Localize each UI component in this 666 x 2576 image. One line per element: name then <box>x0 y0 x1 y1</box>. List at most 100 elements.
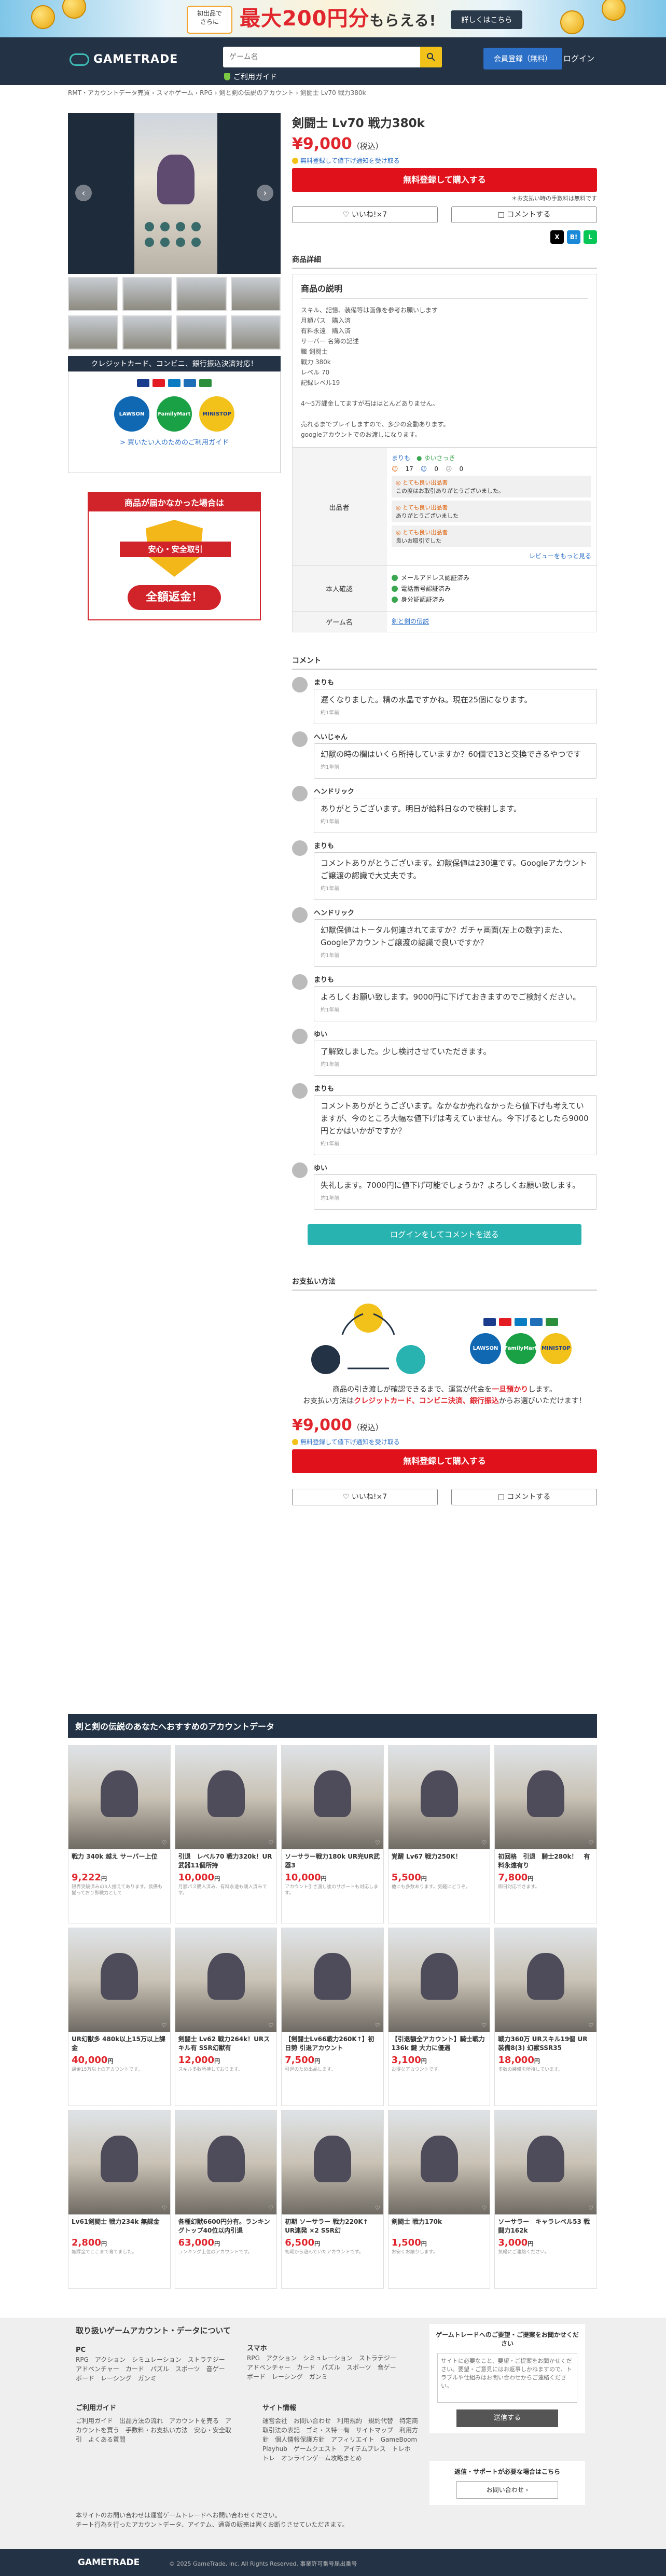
card-thumbnail: ♡ <box>175 1928 277 2032</box>
avatar[interactable] <box>292 840 308 856</box>
price-drop-notice[interactable]: 無料登録して値下げ通知を受け取る <box>292 156 597 165</box>
comment-author[interactable]: まりも <box>314 677 597 687</box>
main-screenshot <box>134 113 217 274</box>
card-price: 7,800円 <box>495 1871 596 1884</box>
search-button[interactable] <box>420 47 442 67</box>
lawson-icon: LAWSON <box>114 396 149 432</box>
like-button[interactable]: ♡ いいね!×7 <box>292 206 438 223</box>
comment-text: 幻獣の時の欄はいくら所持していますか？60個で13と交換できるやつです <box>321 750 581 759</box>
like-button[interactable]: ♡ いいね!×7 <box>292 1489 438 1505</box>
thumbnail[interactable] <box>122 315 172 350</box>
site-logo[interactable]: GAMETRADE <box>70 53 178 66</box>
recommendation-card[interactable]: ♡ UR幻獣多 480k以上15万以上課金 40,000円 課金15万以上のアカウント… <box>68 1928 171 2106</box>
comment-author[interactable]: ゆい <box>314 1029 597 1038</box>
card-price-value: 3,100 <box>391 2055 421 2066</box>
footer-site-links[interactable]: 運営会社 お問い合わせ 利用規約 規約代替 特定商取引法の表記 ゴミ・ス特ー有 … <box>262 2416 423 2463</box>
description-line: 4〜5万課金してますが石ははとんどありません。 <box>301 400 439 407</box>
recommendation-card[interactable]: ♡ Lv61剣闘士 戦力234k 無課金 2,800円 無課金でここまで育てました。 <box>68 2110 171 2289</box>
recommendation-card[interactable]: ♡ 各種幻獣6600円分有。ランキングトップ40位以内引退 63,000円 ランキング… <box>174 2110 278 2289</box>
recommendation-card[interactable]: ♡ ソーサラー戦力180k UR完UR武器3 10,000円 アカウント引き渡し後のサ… <box>281 1745 384 1923</box>
game-value[interactable]: 剣と剣の伝説 <box>386 611 596 632</box>
recommendation-card[interactable]: ♡ ソーサラー キャラレベル53 戦闘力162k 3,000円 気軽にご連絡ください。 <box>494 2110 597 2289</box>
comment-author[interactable]: まりも <box>314 974 597 984</box>
prev-image-button[interactable]: ‹ <box>75 185 92 201</box>
avatar[interactable] <box>292 677 308 693</box>
guide-link[interactable]: ご利用ガイド <box>224 72 277 82</box>
footer-sp-list[interactable]: RPG アクション シミュレーション ストラテジー アドベンチャー カード パズ… <box>247 2353 403 2381</box>
recommendation-card[interactable]: ♡ 覚醒 Lv67 戦力250K！ 5,500円 他にも多数あります。気軽にどうぞ。 <box>387 1745 491 1923</box>
seller-info-table: 出品者 まりも ● ゆいさっき ☺ 17 ☺ 0 ☹ 0 ◎ とても良い出品者 この度は… <box>292 448 597 632</box>
contact-button[interactable]: お問い合わせ › <box>456 2481 558 2499</box>
payment-info: クレジットカード、コンビニ、銀行振込決済対応！ LAWSON FamilyMar… <box>68 356 281 473</box>
buyer-guide-link[interactable]: > 買いたい人のためのご利用ガイド <box>68 437 280 447</box>
recommendation-card[interactable]: ♡ 剣闘士 Lv62 戦力264k！URスキル有 SSR幻獣有 12,000円 スキル… <box>174 1928 278 2106</box>
card-price: 1,500円 <box>388 2236 490 2249</box>
card-title: 各種幻獣6600円分有。ランキングトップ40位以内引退 <box>178 2218 270 2234</box>
description-line <box>301 388 588 398</box>
card-price: 18,000円 <box>495 2054 596 2067</box>
comment-author[interactable]: ヘンドリック <box>314 907 597 917</box>
more-reviews-link[interactable]: レビューをもっと見る <box>392 551 591 560</box>
avatar[interactable] <box>292 731 308 747</box>
buy-button-bottom[interactable]: 無料登録して購入する <box>292 1449 597 1473</box>
line-share-icon[interactable]: L <box>584 230 597 244</box>
recommendation-card[interactable]: ♡ 初期 ソーサラー 戦力220K↑ UR連発 ×2 SSR幻 6,500円 初期から… <box>281 2110 384 2289</box>
thumbnail[interactable] <box>68 315 118 350</box>
avatar[interactable] <box>292 974 308 990</box>
avatar[interactable] <box>292 907 308 923</box>
comment-button[interactable]: □ コメントする <box>451 1489 597 1505</box>
card-thumbnail: ♡ <box>68 2111 170 2214</box>
promo-banner[interactable]: 初出品で さらに 最大200円分もらえる! 詳しくはこちら <box>0 0 666 37</box>
next-image-button[interactable]: › <box>257 185 273 201</box>
card-thumbnail: ♡ <box>175 1746 277 1849</box>
hatena-share-icon[interactable]: B! <box>567 230 580 244</box>
recommendation-card[interactable]: ♡ 【引退額全アカウント】騎士戦力136k 鍵 大力に優遇 3,100円 お得なアカウ… <box>387 1928 491 2106</box>
recommendation-card[interactable]: ♡ 剣闘士 戦力170k 1,500円 お安くお譲りします。 <box>387 2110 491 2289</box>
seller-name[interactable]: まりも <box>392 454 410 462</box>
banner-headline: 最大200円分もらえる! <box>240 4 436 35</box>
banner-details-button[interactable]: 詳しくはこちら <box>451 10 523 29</box>
comment-item: まりも よろしくお願い致します。9000円に下げておきますのでご検討ください。 約1… <box>292 974 597 1021</box>
x-share-icon[interactable]: X <box>550 230 564 244</box>
image-gallery[interactable]: ‹ › <box>68 113 281 274</box>
card-price-value: 5,500 <box>391 1872 421 1883</box>
price-drop-notice[interactable]: 無料登録して値下げ通知を受け取る <box>292 1437 597 1446</box>
comment-author[interactable]: ゆい <box>314 1162 597 1172</box>
footer-logo[interactable]: GAMETRADE <box>78 2557 140 2568</box>
avatar[interactable] <box>292 1083 308 1099</box>
card-description: アカウント引き渡し後のサポートも対応します。 <box>285 1885 379 1896</box>
thumbnail[interactable] <box>122 277 172 311</box>
card-thumbnail: ♡ <box>282 1928 383 2032</box>
comment-author[interactable]: へいじゃん <box>314 731 597 741</box>
login-to-comment-button[interactable]: ログインをしてコメントを送る <box>308 1224 581 1245</box>
avatar[interactable] <box>292 1029 308 1044</box>
search-input[interactable] <box>223 47 420 67</box>
comment-author[interactable]: まりも <box>314 840 597 850</box>
comment-author[interactable]: ヘンドリック <box>314 786 597 796</box>
card-description: 気軽にご連絡ください。 <box>498 2250 550 2255</box>
recommendation-card[interactable]: ♡ 初回格 引退 騎士280k！ 有料永遠有り 7,800円 即日対応できます。 <box>494 1745 597 1923</box>
comment-button[interactable]: □ コメントする <box>451 206 597 223</box>
footer-guide-links[interactable]: ご利用ガイド 出品方法の流れ アカウントを売る アカウントを買う 手数料・お支払… <box>76 2416 231 2444</box>
thumbnail[interactable] <box>230 277 281 311</box>
login-link[interactable]: ログイン <box>563 53 594 64</box>
thumbnail[interactable] <box>176 277 227 311</box>
thumbnail[interactable] <box>176 315 227 350</box>
register-button[interactable]: 会員登録（無料） <box>483 48 562 70</box>
recommendation-card[interactable]: ♡ 戦力 340k 越え サーバー上位 9,222円 限界突破済みの3人揃えてあります… <box>68 1745 171 1923</box>
footer-pc-list[interactable]: RPG アクション シミュレーション ストラテジー アドベンチャー カード パズ… <box>76 2355 231 2383</box>
recommendation-card[interactable]: ♡ 【剣闘士Lv66戦力260K↑】初日勢 引退アカウント 7,500円 引退のため出… <box>281 1928 384 2106</box>
avatar[interactable] <box>292 1162 308 1178</box>
comment-author[interactable]: まりも <box>314 1083 597 1093</box>
breadcrumb[interactable]: RMT・アカウントデータ売買 › スマホゲーム › RPG › 剣と剣の伝説のア… <box>68 88 366 97</box>
buy-button[interactable]: 無料登録して購入する <box>292 168 597 192</box>
feedback-textarea[interactable] <box>437 2353 577 2403</box>
thumbnail[interactable] <box>68 277 118 311</box>
recommendation-card[interactable]: ♡ 戦力360万 URスキル19個 UR装備8(3) 幻獣SSR35 18,000円… <box>494 1928 597 2106</box>
avatar[interactable] <box>292 786 308 801</box>
recommendation-card[interactable]: ♡ 引退 レベル70 戦力320k！UR武器11個所持 10,000円 月額パス購入済… <box>174 1745 278 1923</box>
heart-icon: ♡ <box>374 2205 380 2211</box>
feedback-send-button[interactable]: 送信する <box>456 2409 558 2427</box>
card-price-value: 10,000 <box>285 1872 321 1883</box>
thumbnail[interactable] <box>230 315 281 350</box>
